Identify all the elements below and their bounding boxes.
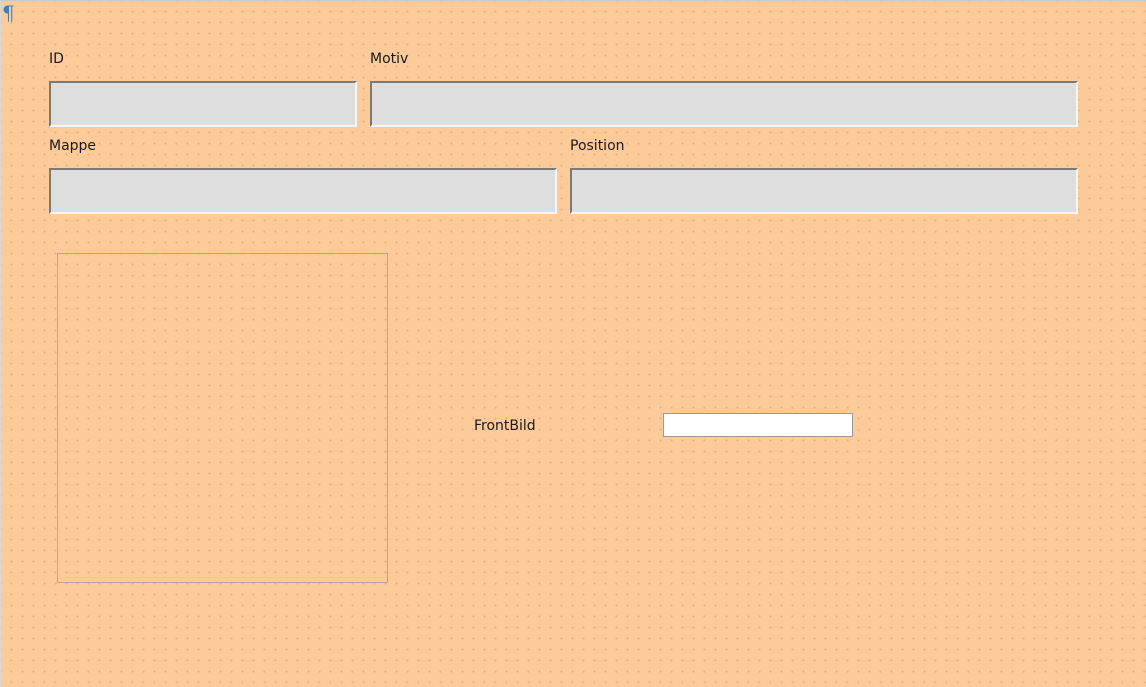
position-field[interactable] — [570, 168, 1078, 214]
id-label: ID — [49, 51, 64, 67]
pilcrow-icon: ¶ — [2, 1, 15, 25]
image-control[interactable] — [57, 253, 388, 583]
id-field[interactable] — [49, 81, 357, 127]
motiv-field[interactable] — [370, 81, 1078, 127]
motiv-label: Motiv — [370, 51, 409, 67]
frontbild-field[interactable] — [663, 413, 853, 437]
position-label: Position — [570, 138, 625, 154]
form-canvas: ¶ ID Motiv Mappe Position FrontBild — [0, 0, 1146, 687]
mappe-label: Mappe — [49, 138, 97, 154]
frontbild-label: FrontBild — [474, 418, 536, 434]
mappe-field[interactable] — [49, 168, 557, 214]
